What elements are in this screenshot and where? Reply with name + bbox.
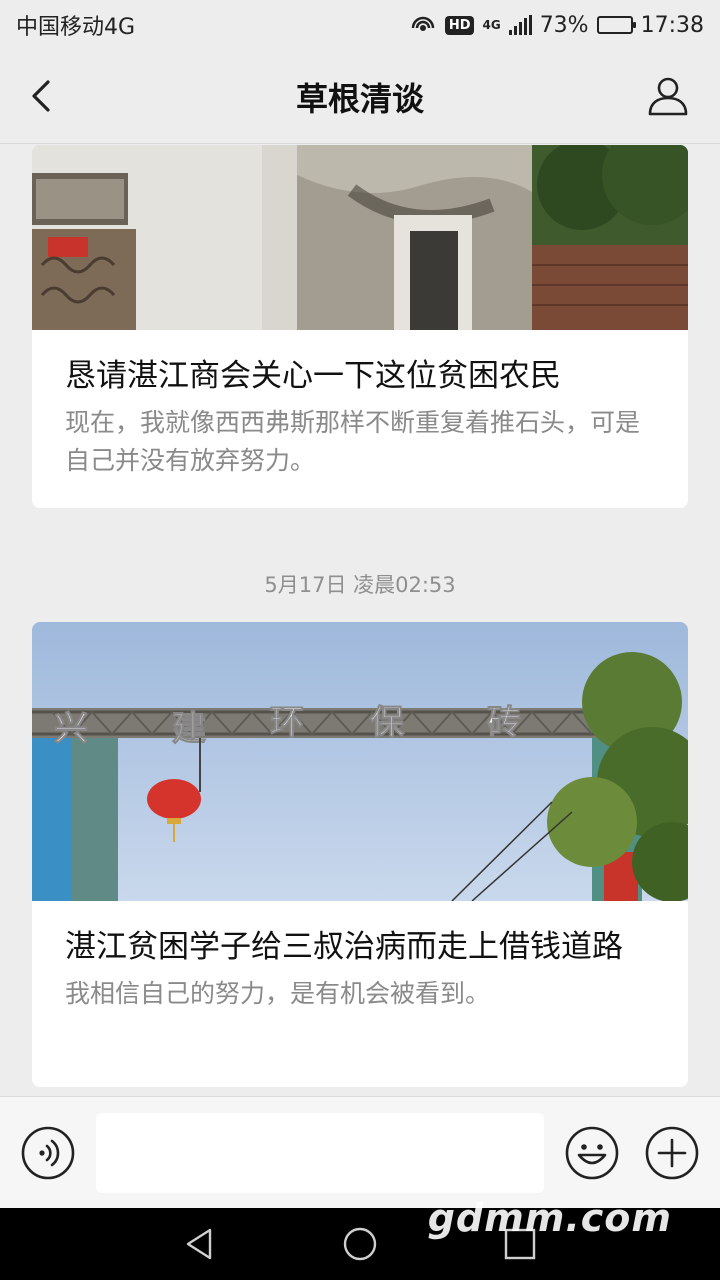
clock: 17:38 [640,12,704,38]
status-bar: 中国移动4G HD 4G 73% 17:38 [0,0,720,50]
profile-icon[interactable] [646,74,690,118]
article-title[interactable]: 恳请湛江商会关心一下这位贫困农民 [65,354,655,398]
message-input[interactable] [96,1113,544,1193]
sign-char: 保 [370,703,405,743]
article-feed[interactable]: 恳请湛江商会关心一下这位贫困农民 现在，我就像西西弗斯那样不断重复着推石头，可是… [0,145,720,1095]
house-photo [32,145,688,330]
emoji-icon[interactable] [564,1125,620,1181]
hd-badge: HD [444,15,475,35]
article-body: 恳请湛江商会关心一下这位贫困农民 现在，我就像西西弗斯那样不断重复着推石头，可是… [32,330,688,508]
message-timestamp: 5月17日 凌晨02:53 [264,573,456,597]
factory-gate-photo: 兴 建 环 保 砖 厂 [32,622,688,901]
lantern [147,779,201,819]
sign-char: 环 [270,703,304,743]
sign-char: 兴 [54,709,88,749]
battery-icon [596,16,636,34]
voice-icon[interactable] [20,1125,76,1181]
page-title: 草根清谈 [295,79,424,118]
carrier-label: 中国移动4G [16,15,136,40]
sign-char: 砖 [487,703,521,743]
nav-back-icon[interactable] [182,1226,218,1262]
article-cover-image[interactable]: 兴 建 环 保 砖 厂 [32,622,688,901]
wifi-hotspot-icon [411,16,435,31]
watermark: gdmm.com [427,1196,672,1240]
message-input-bar [0,1096,720,1208]
article-body: 湛江贫困学子给三叔治病而走上借钱道路 我相信自己的努力，是有机会被看到。 [32,901,688,1043]
nav-home-icon[interactable] [342,1226,378,1262]
article-card[interactable]: 恳请湛江商会关心一下这位贫困农民 现在，我就像西西弗斯那样不断重复着推石头，可是… [32,145,688,508]
article-card[interactable]: 兴 建 环 保 砖 厂 湛江贫困学子给三叔治病而走上借钱道路 [32,622,688,1087]
article-summary: 我相信自己的努力，是有机会被看到。 [65,979,491,1008]
signal-icon [508,15,532,35]
network-type: 4G [482,18,501,32]
article-cover-image[interactable] [32,145,688,330]
title-bar: 草根清谈 [0,50,720,144]
back-arrow-icon[interactable] [22,76,62,116]
status-icons: HD 4G 73% 17:38 [411,13,704,38]
article-summary: 现在，我就像西西弗斯那样不断重复着推石头，可是自己并没有放弃努力。 [65,408,641,475]
plus-icon[interactable] [644,1125,700,1181]
battery-percent: 73% [539,12,589,38]
article-title[interactable]: 湛江贫困学子给三叔治病而走上借钱道路 [65,925,655,969]
